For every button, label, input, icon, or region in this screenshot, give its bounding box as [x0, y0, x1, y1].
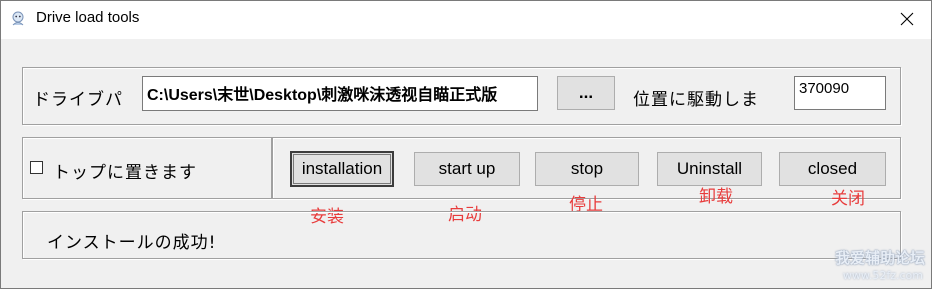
app-window: Drive load tools ドライブパ C:\Users\末世\Deskt…: [0, 0, 932, 289]
title-bar: Drive load tools: [1, 1, 931, 39]
status-text: インストールの成功!: [47, 233, 217, 253]
installation-button[interactable]: installation: [290, 151, 394, 187]
stop-button[interactable]: stop: [535, 152, 639, 186]
window-title: Drive load tools: [36, 9, 140, 26]
close-window-button[interactable]: [889, 4, 925, 34]
uninstall-annotation: 卸载: [699, 187, 733, 207]
closed-button[interactable]: closed: [779, 152, 886, 186]
drive-path-field[interactable]: C:\Users\末世\Desktop\刺激咪沫透视自瞄正式版: [142, 76, 538, 111]
close-icon: [900, 12, 914, 26]
start-up-button[interactable]: start up: [414, 152, 520, 186]
uninstall-button[interactable]: Uninstall: [657, 152, 762, 186]
watermark-title: 我爱辅助论坛: [834, 249, 925, 267]
browse-button[interactable]: ...: [557, 76, 615, 110]
closed-annotation: 关闭: [831, 189, 865, 209]
position-field[interactable]: 370090: [794, 76, 886, 110]
topmost-checkbox[interactable]: [30, 161, 43, 174]
drive-path-label: ドライブパ: [33, 90, 123, 110]
app-icon: [9, 10, 27, 28]
topmost-label[interactable]: トップに置きます: [53, 158, 197, 183]
watermark-url: www.52fz.com: [842, 269, 923, 282]
position-label: 位置に駆動しま: [633, 90, 759, 110]
